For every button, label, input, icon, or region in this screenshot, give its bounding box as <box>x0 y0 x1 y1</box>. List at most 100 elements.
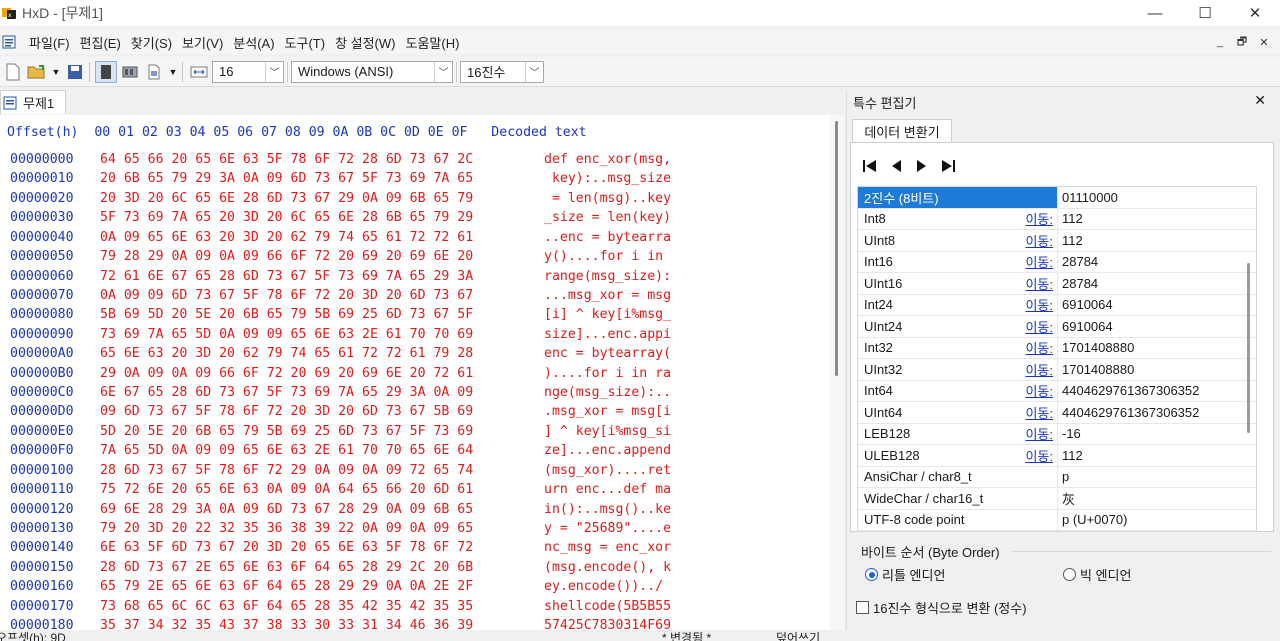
vertical-scrollbar[interactable] <box>830 115 844 630</box>
goto-link[interactable]: 이동: <box>1025 424 1053 443</box>
row-bytes[interactable]: 64 65 66 20 65 6E 63 5F 78 6F 72 28 6D 7… <box>100 152 473 167</box>
save-button[interactable] <box>64 61 86 83</box>
inspector-row[interactable]: Int8 이동: 112 <box>858 208 1256 230</box>
inspector-value[interactable]: 28784 <box>1058 252 1256 273</box>
minimize-button[interactable]: — <box>1130 0 1180 26</box>
panel-close-icon[interactable]: ✕ <box>1254 92 1266 109</box>
row-decoded-text[interactable]: ...msg_xor = msg <box>544 288 671 303</box>
goto-link[interactable]: 이동: <box>1025 295 1053 314</box>
row-bytes[interactable]: 6E 63 5F 6D 73 67 20 3D 20 65 6E 63 5F 7… <box>100 540 473 555</box>
row-bytes[interactable]: 6E 67 65 28 6D 73 67 5F 73 69 7A 65 29 3… <box>100 385 473 400</box>
inspector-row[interactable]: UInt24 이동: 6910064 <box>858 316 1256 338</box>
row-decoded-text[interactable]: size]...enc.appi <box>544 327 671 342</box>
tab-data-inspector[interactable]: 데이터 변환기 <box>852 119 952 143</box>
goto-link[interactable]: 이동: <box>1025 360 1053 379</box>
inspector-value[interactable]: 灰 <box>1058 488 1256 509</box>
row-bytes[interactable]: 5F 73 69 7A 65 20 3D 20 6C 65 6E 28 6B 6… <box>100 210 473 225</box>
goto-link[interactable]: 이동: <box>1025 317 1053 336</box>
inspector-row[interactable]: WideChar / char16_t 灰 <box>858 488 1256 510</box>
row-decoded-text[interactable]: enc = bytearray( <box>544 346 671 361</box>
menu-window[interactable]: 창 설정(W) <box>330 33 400 52</box>
inspector-value[interactable]: 112 <box>1058 445 1256 466</box>
menu-tools[interactable]: 도구(T) <box>280 33 331 52</box>
row-bytes[interactable]: 28 6D 73 67 5F 78 6F 72 29 0A 09 0A 09 7… <box>100 463 473 478</box>
inspector-value[interactable]: 4404629761367306352 <box>1058 402 1256 423</box>
goto-link[interactable]: 이동: <box>1025 338 1053 357</box>
row-bytes[interactable]: 28 6D 73 67 2E 65 6E 63 6F 64 65 28 29 2… <box>100 560 473 575</box>
row-bytes[interactable]: 65 6E 63 20 3D 20 62 79 74 65 61 72 72 6… <box>100 346 473 361</box>
inspector-value[interactable]: 01110000 <box>1058 187 1256 208</box>
row-decoded-text[interactable]: )....for i in ra <box>544 366 671 381</box>
row-decoded-text[interactable]: = len(msg)..key <box>544 191 671 206</box>
mdi-minimize-button[interactable]: _ <box>1210 34 1230 50</box>
next-button[interactable] <box>913 157 931 175</box>
inspector-value[interactable]: 112 <box>1058 230 1256 251</box>
inspector-value[interactable]: 6910064 <box>1058 295 1256 316</box>
row-decoded-text[interactable]: urn enc...def ma <box>544 482 671 497</box>
offset-base-select[interactable]: 16진수 ﹀ <box>460 60 544 83</box>
inspector-row[interactable]: Int32 이동: 1701408880 <box>858 337 1256 359</box>
inspector-value[interactable]: 4404629761367306352 <box>1058 381 1256 402</box>
row-bytes[interactable]: 20 6B 65 79 29 3A 0A 09 6D 73 67 5F 73 6… <box>100 171 473 186</box>
row-decoded-text[interactable]: 57425C7830314F69 <box>544 618 671 630</box>
hex-format-checkbox[interactable]: 16진수 형식으로 변환 (정수) <box>856 598 1027 617</box>
inspector-row[interactable]: Int24 이동: 6910064 <box>858 294 1256 316</box>
inspector-row[interactable]: Int64 이동: 4404629761367306352 <box>858 380 1256 402</box>
last-button[interactable] <box>939 157 957 175</box>
inspector-value[interactable]: p <box>1058 467 1256 488</box>
inspector-row[interactable]: UInt64 이동: 4404629761367306352 <box>858 402 1256 424</box>
row-bytes[interactable]: 0A 09 65 6E 63 20 3D 20 62 79 74 65 61 7… <box>100 230 473 245</box>
menu-help[interactable]: 도움말(H) <box>400 33 464 52</box>
row-bytes[interactable]: 7A 65 5D 0A 09 09 65 6E 63 2E 61 70 70 6… <box>100 443 473 458</box>
row-bytes[interactable]: 0A 09 09 6D 73 67 5F 78 6F 72 20 3D 20 6… <box>100 288 473 303</box>
grid-scrollbar-thumb[interactable] <box>1247 263 1250 433</box>
tools-dropdown-button[interactable]: ▼ <box>167 61 179 83</box>
goto-link[interactable]: 이동: <box>1025 231 1053 250</box>
row-decoded-text[interactable]: ze]...enc.append <box>544 443 671 458</box>
hex-editor[interactable]: Offset(h) 00 01 02 03 04 05 06 07 08 09 … <box>0 115 830 630</box>
row-decoded-text[interactable]: ..enc = bytearra <box>544 230 671 245</box>
row-decoded-text[interactable]: y()....for i in <box>544 249 671 264</box>
goto-link[interactable]: 이동: <box>1025 381 1053 400</box>
inspector-value[interactable]: 1701408880 <box>1058 359 1256 380</box>
goto-link[interactable]: 이동: <box>1025 403 1053 422</box>
goto-link[interactable]: 이동: <box>1025 252 1053 271</box>
document-tab[interactable]: 무제1 <box>0 90 66 114</box>
inspector-row[interactable]: AnsiChar / char8_t p <box>858 466 1256 488</box>
charset-select[interactable]: Windows (ANSI) ﹀ <box>291 60 453 83</box>
row-bytes[interactable]: 79 28 29 0A 09 0A 09 66 6F 72 20 69 20 6… <box>100 249 473 264</box>
row-decoded-text[interactable]: _size = len(key) <box>544 210 671 225</box>
big-endian-radio[interactable]: 빅 엔디언 <box>1063 565 1131 584</box>
row-bytes[interactable]: 79 20 3D 20 22 32 35 36 38 39 22 0A 09 0… <box>100 521 473 536</box>
bytes-per-row-select[interactable]: 16 ﹀ <box>212 60 284 83</box>
inspector-value[interactable]: p (U+0070) <box>1058 510 1256 531</box>
row-decoded-text[interactable]: nge(msg_size):.. <box>544 385 671 400</box>
scrollbar-thumb[interactable] <box>835 121 838 376</box>
row-decoded-text[interactable]: def enc_xor(msg, <box>544 152 671 167</box>
row-bytes[interactable]: 65 79 2E 65 6E 63 6F 64 65 28 29 29 0A 0… <box>100 579 473 594</box>
row-decoded-text[interactable]: [i] ^ key[i%msg_ <box>544 307 671 322</box>
file-tools-button[interactable] <box>143 61 165 83</box>
row-bytes[interactable]: 09 6D 73 67 5F 78 6F 72 20 3D 20 6D 73 6… <box>100 404 473 419</box>
inspector-value[interactable]: 28784 <box>1058 273 1256 294</box>
row-bytes[interactable]: 5D 20 5E 20 6B 65 79 5B 69 25 6D 73 67 5… <box>100 424 473 439</box>
inspector-row[interactable]: UInt8 이동: 112 <box>858 230 1256 252</box>
open-dropdown-button[interactable]: ▼ <box>50 61 62 83</box>
row-decoded-text[interactable]: key):..msg_size <box>544 171 671 186</box>
row-decoded-text[interactable]: nc_msg = enc_xor <box>544 540 671 555</box>
inspector-value[interactable]: -16 <box>1058 424 1256 445</box>
row-bytes[interactable]: 69 6E 28 29 3A 0A 09 6D 73 67 28 29 0A 0… <box>100 502 473 517</box>
open-ram-button[interactable] <box>119 61 141 83</box>
goto-link[interactable]: 이동: <box>1025 446 1053 465</box>
menu-analysis[interactable]: 분석(A) <box>228 33 279 52</box>
menu-search[interactable]: 찾기(S) <box>126 33 177 52</box>
inspector-value[interactable]: 112 <box>1058 209 1256 230</box>
new-file-button[interactable] <box>2 61 24 83</box>
close-button[interactable]: ✕ <box>1230 0 1280 26</box>
row-decoded-text[interactable]: ey.encode())../ <box>544 579 663 594</box>
menu-file[interactable]: 파일(F) <box>24 33 75 52</box>
row-bytes[interactable]: 75 72 6E 20 65 6E 63 0A 09 0A 64 65 66 2… <box>100 482 473 497</box>
inspector-row[interactable]: Int16 이동: 28784 <box>858 251 1256 273</box>
open-disk-button[interactable] <box>95 60 117 83</box>
inspector-value[interactable]: 6910064 <box>1058 316 1256 337</box>
